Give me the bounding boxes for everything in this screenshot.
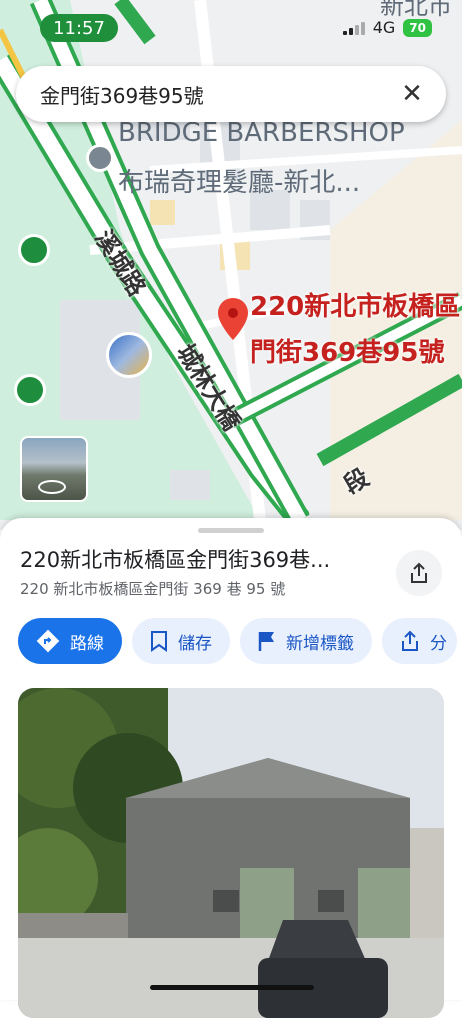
share-chip[interactable]: 分	[382, 618, 457, 664]
place-title: 220新北市板橋區金門街369巷...	[20, 548, 331, 572]
photo-marker[interactable]	[106, 332, 152, 378]
pin-label-line2: 門街369巷95號	[250, 338, 445, 368]
signal-icon	[342, 21, 365, 35]
save-button[interactable]: 儲存	[132, 618, 230, 664]
home-indicator[interactable]	[150, 985, 314, 990]
status-bar: 11:57 4G 70	[0, 0, 462, 60]
action-chips: 路線 儲存 新增標籤 分	[18, 618, 457, 664]
status-indicators: 4G 70	[342, 18, 432, 37]
place-photo-image	[18, 688, 444, 1018]
share-icon	[411, 562, 427, 583]
place-photo[interactable]	[18, 688, 444, 1018]
activity-marker-icon[interactable]	[14, 374, 46, 406]
pin-label-line1: 220新北市板橋區	[250, 292, 461, 322]
directions-icon	[36, 629, 60, 653]
save-label: 儲存	[178, 633, 212, 654]
close-icon[interactable]: ✕	[396, 78, 428, 110]
add-label-label: 新增標籤	[286, 633, 354, 654]
battery-icon: 70	[403, 18, 432, 37]
place-sheet[interactable]: 220新北市板橋區金門街369巷... 220 新北市板橋區金門街 369 巷 …	[0, 518, 462, 1018]
flag-icon	[258, 630, 276, 652]
share-icon	[400, 630, 420, 652]
place-marker-grey[interactable]	[86, 144, 114, 172]
street-view-icon	[38, 480, 66, 494]
share-button[interactable]	[396, 550, 442, 596]
search-query[interactable]: 金門街369巷95號	[40, 80, 204, 109]
add-label-button[interactable]: 新增標籤	[240, 618, 372, 664]
directions-label: 路線	[70, 633, 104, 654]
drag-handle[interactable]	[198, 528, 264, 533]
business-name-en[interactable]: BRIDGE BARBERSHOP	[118, 118, 405, 148]
location-pin-icon[interactable]	[218, 298, 248, 340]
directions-button[interactable]: 路線	[18, 618, 122, 664]
network-type: 4G	[372, 18, 396, 37]
share-chip-label: 分	[430, 633, 447, 654]
street-view-thumbnail[interactable]	[20, 436, 88, 502]
business-name-zh[interactable]: 布瑞奇理髮廳-新北...	[118, 162, 360, 199]
search-bar[interactable]: 金門街369巷95號 ✕	[16, 66, 446, 122]
status-time: 11:57	[40, 14, 118, 42]
place-address: 220 新北市板橋區金門街 369 巷 95 號	[20, 580, 286, 598]
bookmark-icon	[150, 630, 168, 652]
park-marker-icon[interactable]	[18, 234, 50, 266]
